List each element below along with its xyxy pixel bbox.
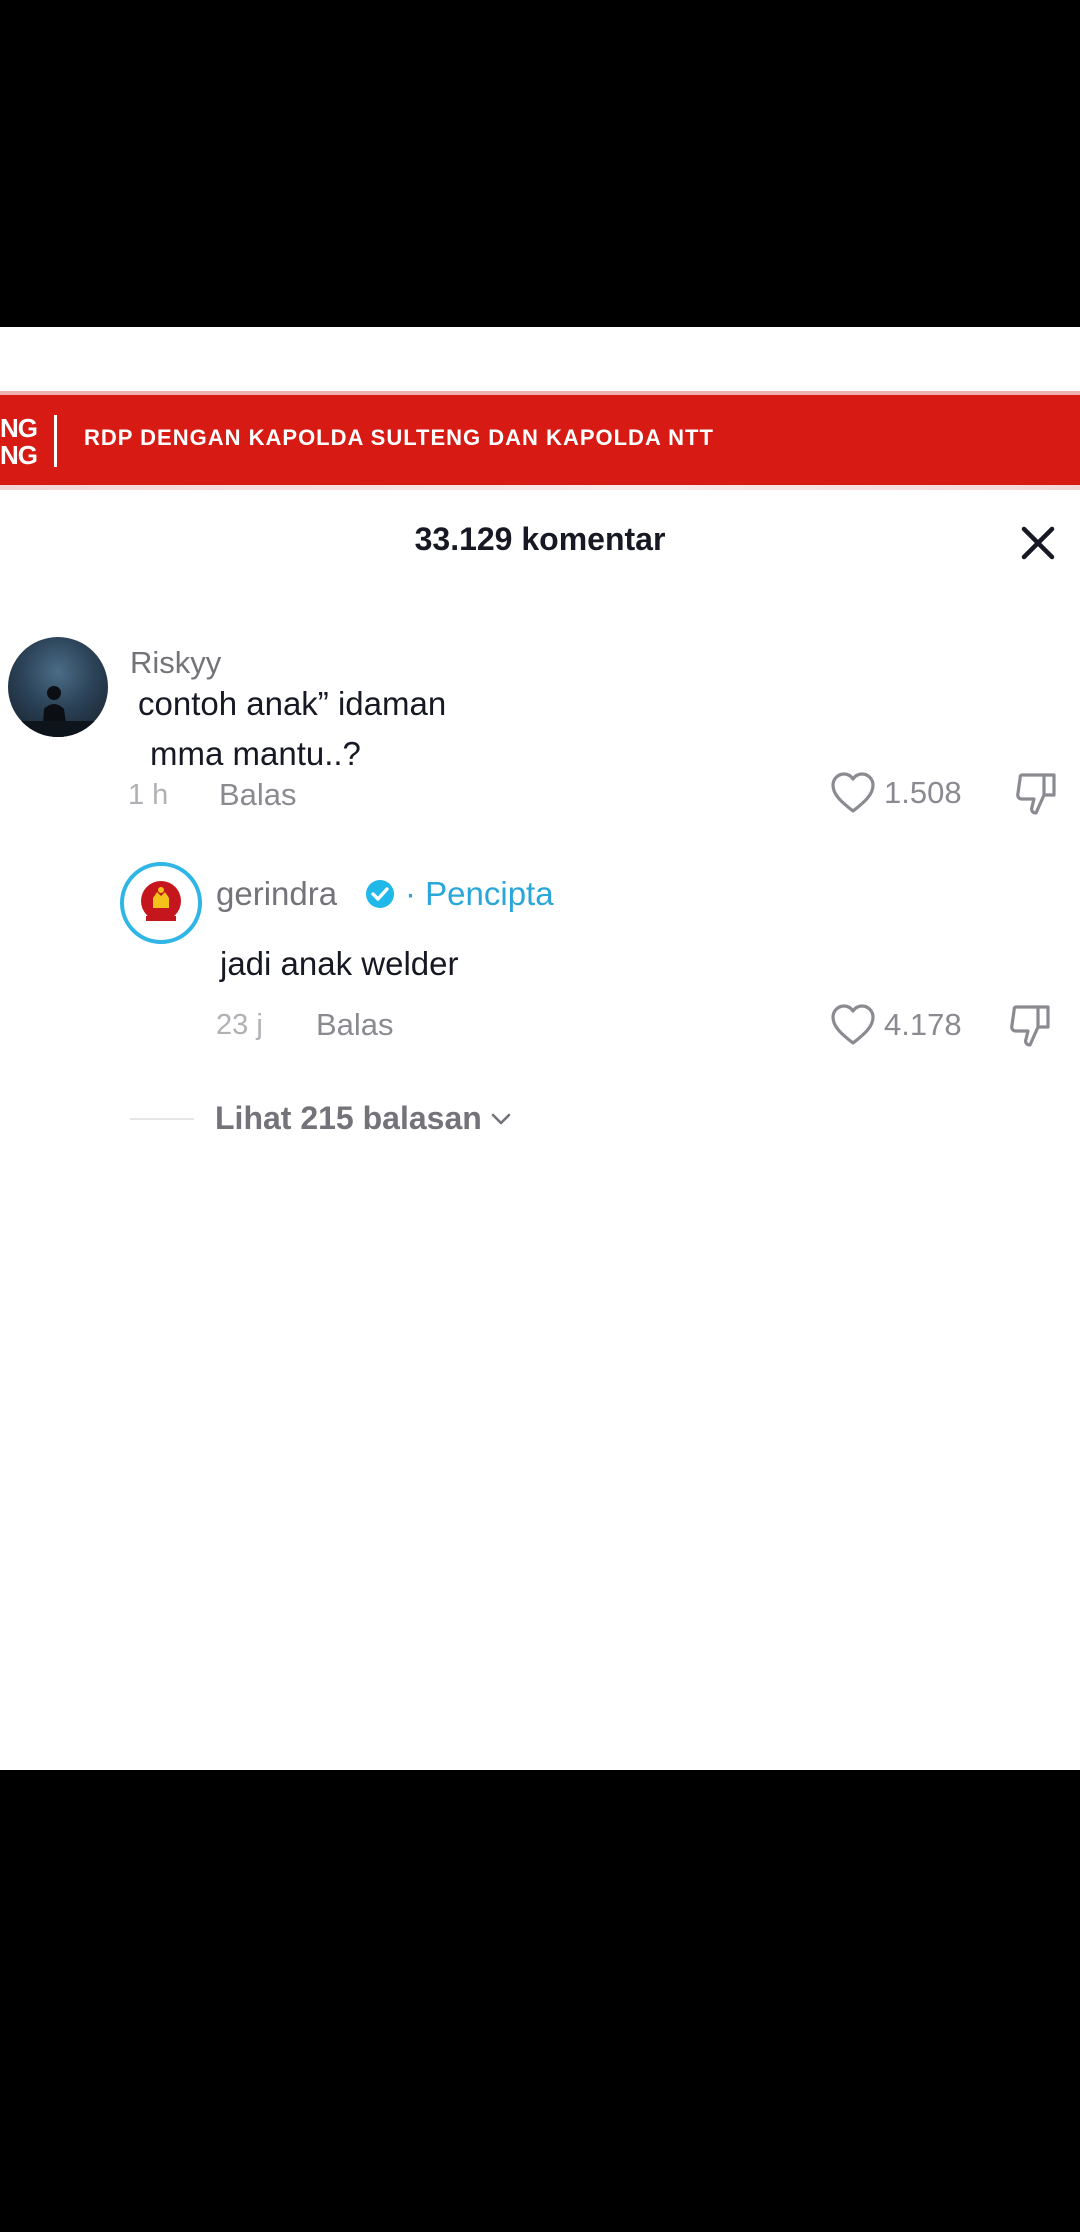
reply-username[interactable]: gerindra — [216, 875, 337, 913]
thumbs-down-icon — [1016, 773, 1056, 815]
banner-channel-line-1: NG — [0, 413, 38, 443]
gerindra-logo-icon — [141, 881, 181, 921]
avatar-gerindra[interactable] — [120, 862, 202, 944]
comments-count-title: 33.129 komentar — [414, 521, 666, 557]
like-button[interactable]: 1.508 — [830, 771, 962, 815]
comments-panel: NG NG RDP DENGAN KAPOLDA SULTENG DAN KAP… — [0, 327, 1080, 1770]
comment-username[interactable]: Riskyy — [130, 645, 221, 681]
reply-button[interactable]: Balas — [219, 777, 297, 813]
comment-text-line-2: mma mantu..? — [150, 735, 361, 772]
reply-text: jadi anak welder — [220, 945, 459, 982]
chevron-down-icon — [491, 1113, 511, 1124]
reply-like-button[interactable]: 4.178 — [830, 1003, 962, 1047]
reply-time: 23 j — [216, 1009, 263, 1041]
view-replies-label: Lihat 215 balasan — [215, 1100, 482, 1136]
reply-reply-button[interactable]: Balas — [316, 1007, 394, 1043]
close-icon — [1021, 526, 1055, 560]
comment-text-line-1: contoh anak” idaman — [138, 685, 447, 722]
creator-badge: · Pencipta — [405, 875, 554, 912]
banner-divider — [54, 415, 57, 467]
like-count: 1.508 — [884, 775, 962, 810]
view-replies-button[interactable]: Lihat 215 balasan — [215, 1100, 514, 1137]
banner-channel-line-2: NG — [0, 440, 38, 470]
banner-channel-label: NG NG — [0, 415, 56, 471]
thumbs-down-icon — [1010, 1005, 1050, 1047]
video-letterbox-top — [0, 0, 1080, 327]
reply-dislike-button[interactable] — [1008, 1003, 1054, 1054]
video-letterbox-bottom — [0, 1770, 1080, 2232]
avatar-riskyy[interactable] — [8, 637, 108, 737]
view-replies-divider — [130, 1118, 194, 1120]
news-banner: NG NG RDP DENGAN KAPOLDA SULTENG DAN KAP… — [0, 391, 1080, 490]
banner-headline: RDP DENGAN KAPOLDA SULTENG DAN KAPOLDA N… — [84, 425, 714, 450]
close-button[interactable] — [1018, 523, 1058, 563]
heart-icon — [831, 1004, 875, 1045]
reply-like-count: 4.178 — [884, 1007, 962, 1042]
heart-icon — [831, 772, 875, 813]
dislike-button[interactable] — [1014, 771, 1060, 822]
verified-badge-icon — [366, 880, 394, 908]
avatar-silhouette-icon — [8, 686, 108, 737]
comment-time: 1 h — [128, 779, 169, 811]
